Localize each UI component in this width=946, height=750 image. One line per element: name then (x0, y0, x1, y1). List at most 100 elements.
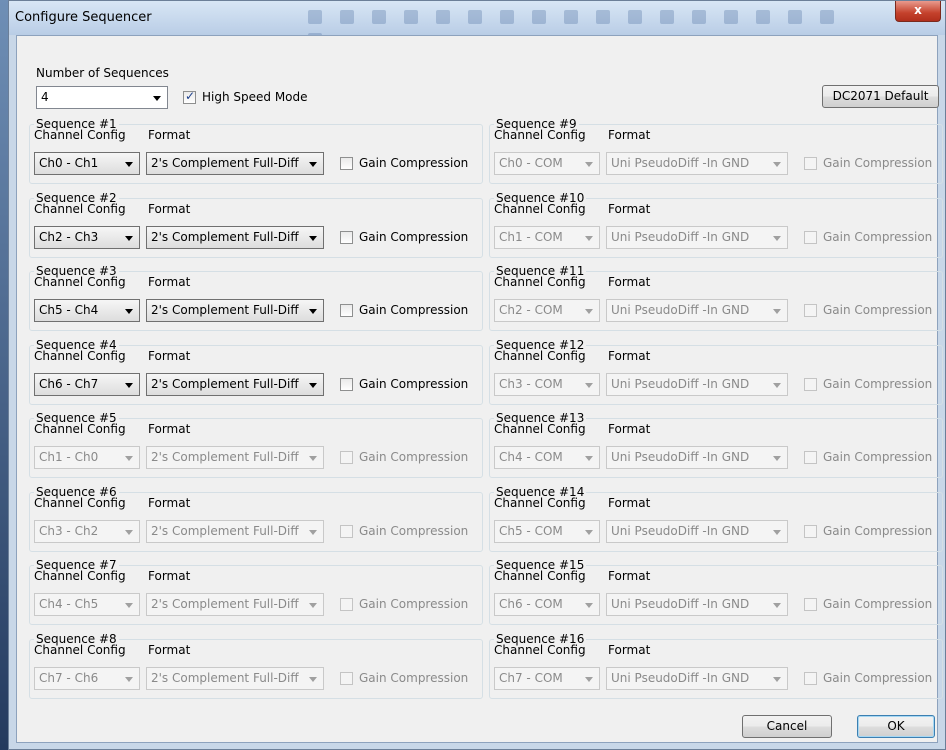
channel-config-label: Channel Config (494, 348, 586, 363)
format-value: Uni PseudoDiff -In GND (611, 376, 750, 391)
sequence-group-12: Sequence #12 Channel Config Format Ch3 - CO… (489, 337, 943, 405)
channel-config-label: Channel Config (494, 422, 586, 436)
format-dropdown[interactable]: Uni PseudoDiff -In GND (606, 519, 788, 543)
gain-compression-label[interactable]: Gain Compression (359, 230, 468, 244)
gain-compression-label[interactable]: Gain Compression (823, 377, 932, 391)
title-bar[interactable]: Configure Sequencer x (9, 1, 945, 47)
dialog-body: Number of Sequences 4 High Speed Mode DC… (16, 35, 943, 743)
sequence-group-4: Sequence #4 Channel Config Format Ch6 - Ch7… (29, 337, 483, 405)
gain-compression-label[interactable]: Gain Compression (359, 377, 468, 391)
gain-compression-checkbox[interactable] (340, 451, 353, 464)
channel-config-label: Channel Config (34, 201, 126, 216)
format-label: Format (148, 348, 191, 363)
channel-config-dropdown[interactable]: Ch0 - Ch1 (34, 152, 140, 175)
format-label: Format (608, 642, 651, 657)
chevron-down-icon (125, 456, 133, 461)
format-label: Format (608, 422, 651, 436)
channel-config-dropdown[interactable]: Ch1 - COM (494, 225, 600, 249)
format-dropdown[interactable]: Uni PseudoDiff -In GND (606, 225, 788, 249)
gain-compression-checkbox[interactable] (804, 230, 817, 244)
ok-button[interactable]: OK (857, 715, 935, 738)
gain-compression-checkbox[interactable] (340, 524, 353, 538)
gain-compression-checkbox[interactable] (340, 230, 353, 244)
chevron-down-icon (309, 603, 317, 608)
format-dropdown[interactable]: 2's Complement Full-Diff (146, 299, 324, 322)
gain-compression-label[interactable]: Gain Compression (359, 450, 468, 464)
gain-compression-checkbox[interactable] (804, 671, 817, 685)
background-toolbar-icons (299, 7, 859, 47)
format-label: Format (148, 128, 191, 142)
channel-config-dropdown[interactable]: Ch2 - COM (494, 299, 600, 322)
format-value: Uni PseudoDiff -In GND (611, 523, 750, 538)
channel-config-dropdown[interactable]: Ch1 - Ch0 (34, 446, 140, 469)
high-speed-mode-label[interactable]: High Speed Mode (202, 90, 308, 104)
gain-compression-checkbox[interactable] (804, 524, 817, 538)
format-dropdown[interactable]: Uni PseudoDiff -In GND (606, 299, 788, 322)
gain-compression-checkbox[interactable] (340, 304, 353, 317)
gain-compression-checkbox[interactable] (340, 157, 353, 170)
chevron-down-icon (309, 309, 317, 314)
channel-config-dropdown[interactable]: Ch7 - Ch6 (34, 666, 140, 690)
format-dropdown[interactable]: Uni PseudoDiff -In GND (606, 372, 788, 396)
channel-config-dropdown[interactable]: Ch3 - Ch2 (34, 519, 140, 543)
channel-config-dropdown[interactable]: Ch0 - COM (494, 152, 600, 175)
gain-compression-checkbox[interactable] (804, 377, 817, 391)
gain-compression-checkbox[interactable] (804, 598, 817, 611)
gain-compression-checkbox[interactable] (340, 671, 353, 685)
format-dropdown[interactable]: 2's Complement Full-Diff (146, 225, 324, 249)
gain-compression-label[interactable]: Gain Compression (359, 524, 468, 538)
gain-compression-label[interactable]: Gain Compression (359, 156, 468, 170)
gain-compression-label[interactable]: Gain Compression (823, 156, 932, 170)
format-dropdown[interactable]: 2's Complement Full-Diff (146, 666, 324, 690)
high-speed-mode-checkbox[interactable] (183, 89, 196, 104)
format-dropdown[interactable]: 2's Complement Full-Diff (146, 593, 324, 616)
format-dropdown[interactable]: 2's Complement Full-Diff (146, 519, 324, 543)
format-label: Format (608, 128, 651, 142)
channel-config-dropdown[interactable]: Ch6 - COM (494, 593, 600, 616)
close-button[interactable]: x (895, 1, 941, 22)
gain-compression-checkbox[interactable] (340, 377, 353, 391)
channel-config-value: Ch7 - COM (499, 670, 563, 685)
format-dropdown[interactable]: Uni PseudoDiff -In GND (606, 593, 788, 616)
channel-config-label: Channel Config (34, 642, 126, 657)
format-dropdown[interactable]: 2's Complement Full-Diff (146, 152, 324, 175)
gain-compression-label[interactable]: Gain Compression (823, 230, 932, 244)
chevron-down-icon (585, 162, 593, 167)
gain-compression-label[interactable]: Gain Compression (359, 597, 468, 611)
gain-compression-checkbox[interactable] (804, 451, 817, 464)
gain-compression-checkbox[interactable] (804, 157, 817, 170)
gain-compression-checkbox[interactable] (340, 598, 353, 611)
channel-config-dropdown[interactable]: Ch4 - Ch5 (34, 593, 140, 616)
channel-config-value: Ch3 - COM (499, 376, 563, 391)
gain-compression-checkbox[interactable] (804, 304, 817, 317)
format-dropdown[interactable]: Uni PseudoDiff -In GND (606, 666, 788, 690)
chevron-down-icon (773, 676, 781, 682)
format-label: Format (148, 569, 191, 583)
chevron-down-icon (773, 382, 781, 388)
format-dropdown[interactable]: Uni PseudoDiff -In GND (606, 446, 788, 469)
channel-config-dropdown[interactable]: Ch5 - Ch4 (34, 299, 140, 322)
gain-compression-label[interactable]: Gain Compression (359, 671, 468, 685)
channel-config-dropdown[interactable]: Ch5 - COM (494, 519, 600, 543)
format-dropdown[interactable]: 2's Complement Full-Diff (146, 372, 324, 396)
channel-config-dropdown[interactable]: Ch2 - Ch3 (34, 225, 140, 249)
channel-config-dropdown[interactable]: Ch7 - COM (494, 666, 600, 690)
gain-compression-label[interactable]: Gain Compression (359, 303, 468, 317)
channel-config-label: Channel Config (494, 128, 586, 142)
cancel-button[interactable]: Cancel (742, 715, 832, 738)
gain-compression-label[interactable]: Gain Compression (823, 524, 932, 538)
gain-compression-label[interactable]: Gain Compression (823, 597, 932, 611)
channel-config-dropdown[interactable]: Ch3 - COM (494, 372, 600, 396)
format-dropdown[interactable]: Uni PseudoDiff -In GND (606, 152, 788, 175)
chevron-down-icon (125, 676, 133, 682)
format-dropdown[interactable]: 2's Complement Full-Diff (146, 446, 324, 469)
chevron-down-icon (585, 456, 593, 461)
number-of-sequences-dropdown[interactable]: 4 (36, 86, 168, 109)
gain-compression-label[interactable]: Gain Compression (823, 303, 932, 317)
chevron-down-icon (773, 162, 781, 167)
channel-config-dropdown[interactable]: Ch4 - COM (494, 446, 600, 469)
gain-compression-label[interactable]: Gain Compression (823, 450, 932, 464)
dc2071-default-button[interactable]: DC2071 Default (822, 85, 939, 108)
gain-compression-label[interactable]: Gain Compression (823, 671, 932, 685)
channel-config-dropdown[interactable]: Ch6 - Ch7 (34, 372, 140, 396)
